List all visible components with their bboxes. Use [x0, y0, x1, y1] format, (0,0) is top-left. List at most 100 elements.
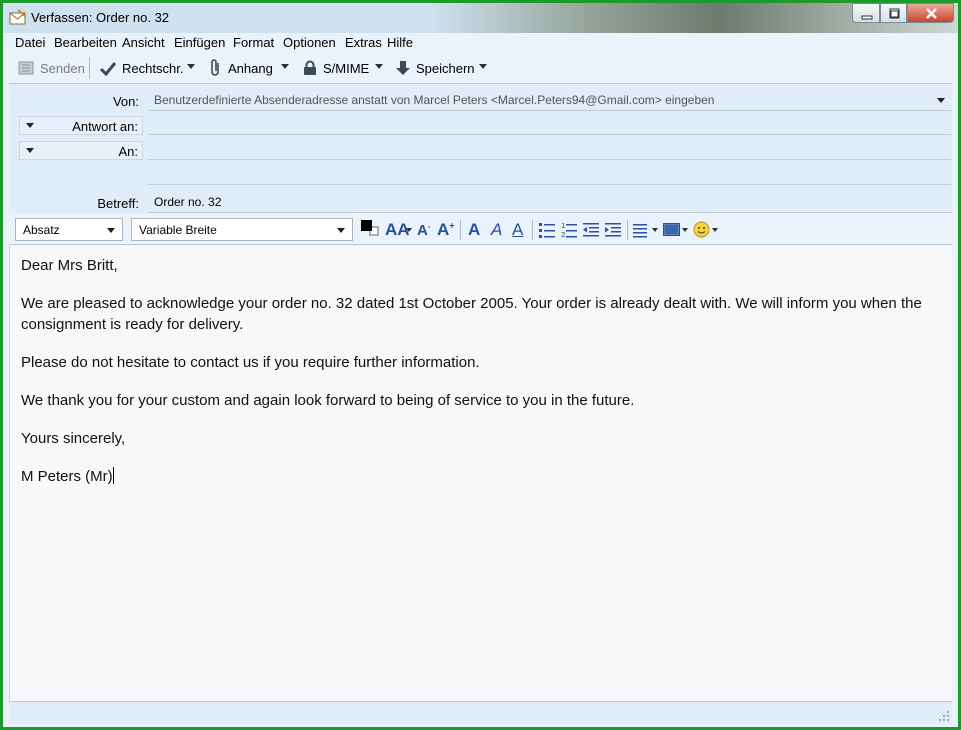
subject-label: Betreff:	[97, 196, 139, 211]
spellcheck-label: Rechtschr.	[122, 60, 184, 76]
menu-extras[interactable]: Extras	[345, 35, 382, 50]
resize-grip-icon[interactable]	[939, 711, 949, 721]
close-button[interactable]	[907, 3, 954, 23]
larger-font-button[interactable]: A+	[437, 219, 455, 241]
smiley-dropdown-icon[interactable]	[712, 228, 718, 232]
font-select[interactable]: Variable Breite	[131, 218, 353, 241]
message-body-editor[interactable]: Dear Mrs Britt, We are pleased to acknow…	[9, 246, 952, 701]
replyto-type-selector[interactable]: Antwort an:	[19, 116, 143, 135]
numbered-list-button[interactable]: 12	[561, 222, 577, 243]
replyto-field[interactable]	[148, 113, 951, 135]
svg-text:1: 1	[561, 222, 565, 230]
subject-value: Order no. 32	[154, 195, 222, 209]
checkmark-icon	[99, 62, 117, 76]
italic-button[interactable]: A	[491, 219, 502, 241]
address-header: Von: Benutzerdefinierte Absenderadresse …	[9, 83, 952, 213]
from-dropdown-icon[interactable]	[937, 98, 945, 103]
status-bar	[9, 701, 952, 724]
chevron-down-icon	[26, 123, 34, 128]
signature-text: M Peters (Mr)	[21, 468, 113, 485]
menu-optionen[interactable]: Optionen	[283, 35, 336, 50]
font-smaller-icon: A-	[417, 221, 431, 239]
smime-dropdown-icon[interactable]	[375, 64, 383, 69]
format-toolbar: Absatz Variable Breite AA A- A+ A A A 12	[9, 214, 952, 245]
text-caret	[112, 467, 114, 484]
numbered-list-icon: 12	[561, 222, 577, 239]
bold-button[interactable]: A	[468, 219, 480, 241]
indent-icon	[605, 223, 621, 237]
restore-icon	[889, 8, 900, 19]
compose-envelope-icon	[9, 9, 26, 25]
send-label: Senden	[40, 60, 85, 76]
minimize-button[interactable]	[852, 3, 880, 23]
save-dropdown-icon[interactable]	[479, 64, 487, 69]
menu-format[interactable]: Format	[233, 35, 274, 50]
menu-bar: Datei Bearbeiten Ansicht Einfügen Format…	[9, 33, 952, 53]
text-color-picker[interactable]	[360, 219, 380, 239]
body-paragraph: Please do not hesitate to contact us if …	[21, 354, 480, 371]
align-dropdown-icon[interactable]	[652, 228, 658, 232]
smiley-icon	[693, 221, 710, 238]
smiley-button[interactable]	[693, 221, 710, 243]
send-button[interactable]: Senden	[17, 58, 85, 78]
menu-einfuegen[interactable]: Einfügen	[174, 35, 225, 50]
subject-field[interactable]: Order no. 32	[148, 191, 951, 213]
paragraph-style-select[interactable]: Absatz	[15, 218, 123, 241]
menu-hilfe[interactable]: Hilfe	[387, 35, 413, 50]
format-separator	[532, 220, 533, 240]
signature-line: M Peters (Mr)	[21, 466, 952, 487]
body-paragraph: We are pleased to acknowledge your order…	[21, 295, 922, 333]
menu-datei[interactable]: Datei	[15, 35, 45, 50]
indent-button[interactable]	[605, 222, 621, 243]
spellcheck-button[interactable]: Rechtschr.	[99, 58, 183, 78]
attach-label: Anhang	[228, 60, 273, 76]
format-separator	[627, 220, 628, 240]
send-icon	[18, 61, 34, 75]
smaller-font-button[interactable]: A-	[417, 219, 431, 241]
insert-dropdown-icon[interactable]	[682, 228, 688, 232]
menu-ansicht[interactable]: Ansicht	[122, 35, 165, 50]
to-field-extra[interactable]	[148, 163, 951, 185]
toolbar-separator	[89, 57, 90, 79]
compose-toolbar: Senden Rechtschr. Anhang S/MIME Speicher…	[9, 53, 952, 83]
bold-icon: A	[468, 220, 481, 239]
font-size-dropdown-icon[interactable]	[406, 228, 412, 232]
close-icon	[926, 8, 937, 19]
chevron-down-icon	[26, 148, 34, 153]
bullet-list-button[interactable]	[539, 222, 555, 243]
underline-icon: A	[512, 220, 524, 239]
maximize-button[interactable]	[880, 3, 907, 23]
text-color-icon	[361, 220, 379, 236]
smime-button[interactable]: S/MIME	[302, 58, 369, 78]
bullet-list-icon	[539, 223, 555, 238]
svg-text:2: 2	[561, 231, 565, 238]
attach-dropdown-icon[interactable]	[281, 64, 289, 69]
minimize-icon	[861, 15, 873, 20]
greeting-line: Dear Mrs Britt,	[21, 257, 118, 274]
lock-icon	[304, 60, 316, 75]
outdent-button[interactable]	[583, 222, 599, 243]
from-label: Von:	[112, 94, 139, 109]
chevron-down-icon	[107, 228, 115, 233]
format-separator	[460, 220, 461, 240]
spellcheck-dropdown-icon[interactable]	[187, 64, 195, 69]
from-field[interactable]: Benutzerdefinierte Absenderadresse ansta…	[148, 89, 951, 111]
title-bar[interactable]: Verfassen: Order no. 32	[3, 3, 958, 33]
body-paragraph: We thank you for your custom and again l…	[21, 392, 635, 409]
insert-image-button[interactable]	[663, 222, 680, 242]
save-button[interactable]: Speichern	[395, 58, 475, 78]
replyto-label: Antwort an:	[72, 119, 138, 134]
image-icon	[663, 223, 680, 236]
menu-bearbeiten[interactable]: Bearbeiten	[54, 35, 117, 50]
smime-label: S/MIME	[323, 60, 370, 76]
underline-button[interactable]: A	[512, 219, 523, 241]
align-button[interactable]	[633, 222, 649, 243]
attach-button[interactable]: Anhang	[209, 58, 273, 78]
outdent-icon	[583, 223, 599, 237]
to-field[interactable]	[148, 138, 951, 160]
to-label: An:	[118, 144, 138, 159]
from-value: Benutzerdefinierte Absenderadresse ansta…	[154, 93, 715, 107]
to-type-selector[interactable]: An:	[19, 141, 143, 160]
paragraph-style-value: Absatz	[23, 223, 60, 237]
closing-line: Yours sincerely,	[21, 430, 126, 447]
